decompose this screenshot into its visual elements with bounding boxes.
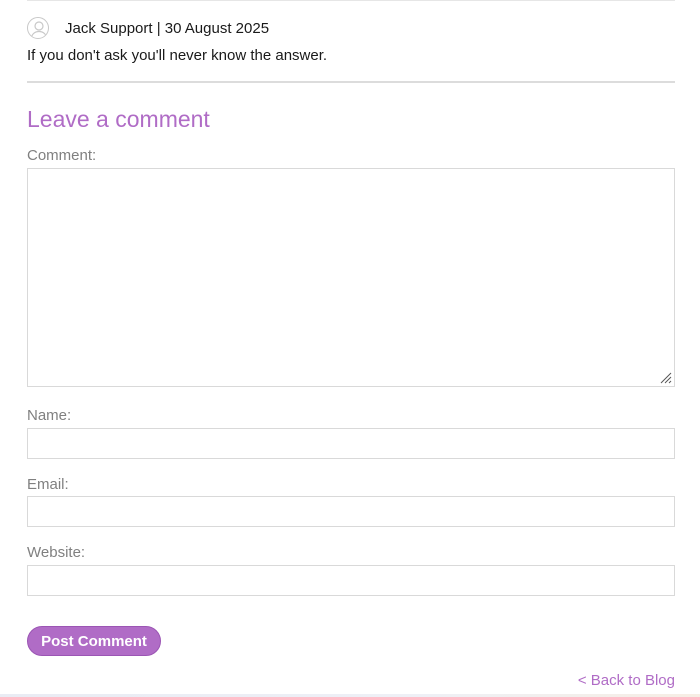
leave-comment-heading: Leave a comment: [27, 106, 210, 132]
comment-author-date: Jack Support | 30 August 2025: [65, 19, 270, 37]
website-field[interactable]: [27, 565, 675, 596]
name-field[interactable]: [27, 428, 675, 459]
email-field[interactable]: [27, 496, 675, 527]
section-divider: [27, 81, 675, 83]
comment-textarea[interactable]: [27, 168, 675, 387]
post-comment-button[interactable]: Post Comment: [27, 626, 161, 656]
resize-handle-icon[interactable]: [658, 370, 672, 384]
website-label: Website:: [27, 544, 86, 561]
name-label: Name:: [27, 407, 72, 424]
user-avatar-icon: [27, 17, 49, 39]
top-divider: [27, 0, 675, 1]
blog-comment-page: Jack Support | 30 August 2025 If you don…: [0, 0, 700, 697]
email-label: Email:: [27, 476, 69, 493]
comment-label: Comment:: [27, 147, 97, 164]
comment-text: If you don't ask you'll never know the a…: [27, 47, 328, 64]
comment-header: Jack Support | 30 August 2025: [27, 16, 269, 40]
back-to-blog-link[interactable]: < Back to Blog: [578, 672, 675, 689]
